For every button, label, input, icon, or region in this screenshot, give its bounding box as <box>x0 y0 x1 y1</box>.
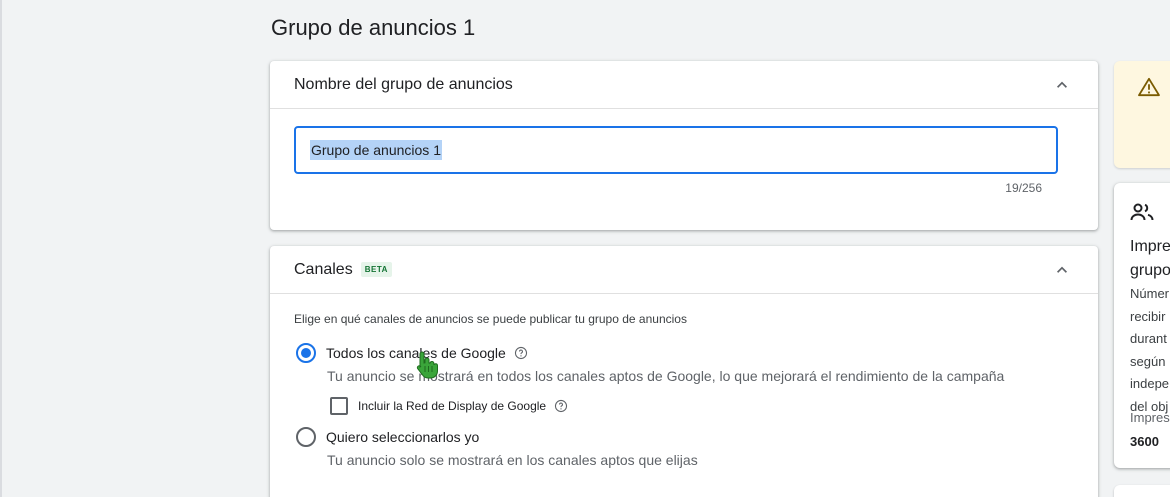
insights-body: Númer recibir durant según indepe del ob… <box>1130 283 1169 418</box>
people-icon <box>1130 203 1154 221</box>
radio-select-channels[interactable] <box>296 427 316 447</box>
insights-title-line-2: grupo <box>1130 262 1170 279</box>
radio-all-channels[interactable] <box>296 343 316 363</box>
next-panel-card <box>1114 485 1170 497</box>
option-select-channels-label: Quiero seleccionarlos yo <box>326 429 480 445</box>
hand-cursor-icon <box>416 351 438 379</box>
channels-card: Canales BETA Elige en qué canales de anu… <box>270 246 1098 497</box>
chevron-up-icon[interactable] <box>1052 260 1072 280</box>
insights-body-line: Númer <box>1130 286 1170 301</box>
impressions-label: Impres <box>1130 410 1170 425</box>
option-select-channels-description: Tu anuncio solo se mostrará en los canal… <box>327 452 698 468</box>
display-network-label: Incluir la Red de Display de Google <box>358 399 547 413</box>
insights-title: Impre grupo <box>1130 235 1170 283</box>
option-select-channels[interactable]: Quiero seleccionarlos yo <box>296 427 479 447</box>
warning-icon <box>1138 77 1160 97</box>
insights-body-line: durant <box>1130 331 1167 346</box>
insights-title-line-1: Impre <box>1130 238 1170 255</box>
ad-group-name-card: Nombre del grupo de anuncios Grupo de an… <box>270 61 1098 230</box>
chevron-up-icon[interactable] <box>1052 75 1072 95</box>
beta-badge: BETA <box>360 262 392 277</box>
insights-card: Impre grupo Númer recibir durant según i… <box>1114 183 1170 468</box>
insights-body-line: indepe <box>1130 376 1170 391</box>
ad-group-name-input[interactable]: Grupo de anuncios 1 <box>294 126 1058 174</box>
impressions-value: 3600 <box>1130 434 1159 449</box>
option-all-channels[interactable]: Todos los canales de Google <box>296 343 528 363</box>
display-network-checkbox[interactable] <box>330 397 348 415</box>
insights-body-line: recibir <box>1130 308 1166 324</box>
channels-card-header[interactable]: Canales BETA <box>270 246 1098 294</box>
display-network-row[interactable]: Incluir la Red de Display de Google <box>330 397 568 415</box>
name-card-title: Nombre del grupo de anuncios <box>294 75 513 93</box>
name-card-header[interactable]: Nombre del grupo de anuncios <box>270 61 1098 109</box>
left-sidebar-edge <box>0 0 2 497</box>
insights-body-line: según <box>1130 353 1166 369</box>
character-counter: 19/256 <box>1005 181 1042 195</box>
channels-card-title: Canales <box>294 260 353 278</box>
help-icon[interactable] <box>514 346 528 360</box>
page-title: Grupo de anuncios 1 <box>271 15 476 40</box>
channels-description: Elige en qué canales de anuncios se pued… <box>294 312 687 326</box>
ad-group-name-value: Grupo de anuncios 1 <box>310 140 442 160</box>
warning-card <box>1114 61 1170 168</box>
help-icon[interactable] <box>554 399 568 413</box>
